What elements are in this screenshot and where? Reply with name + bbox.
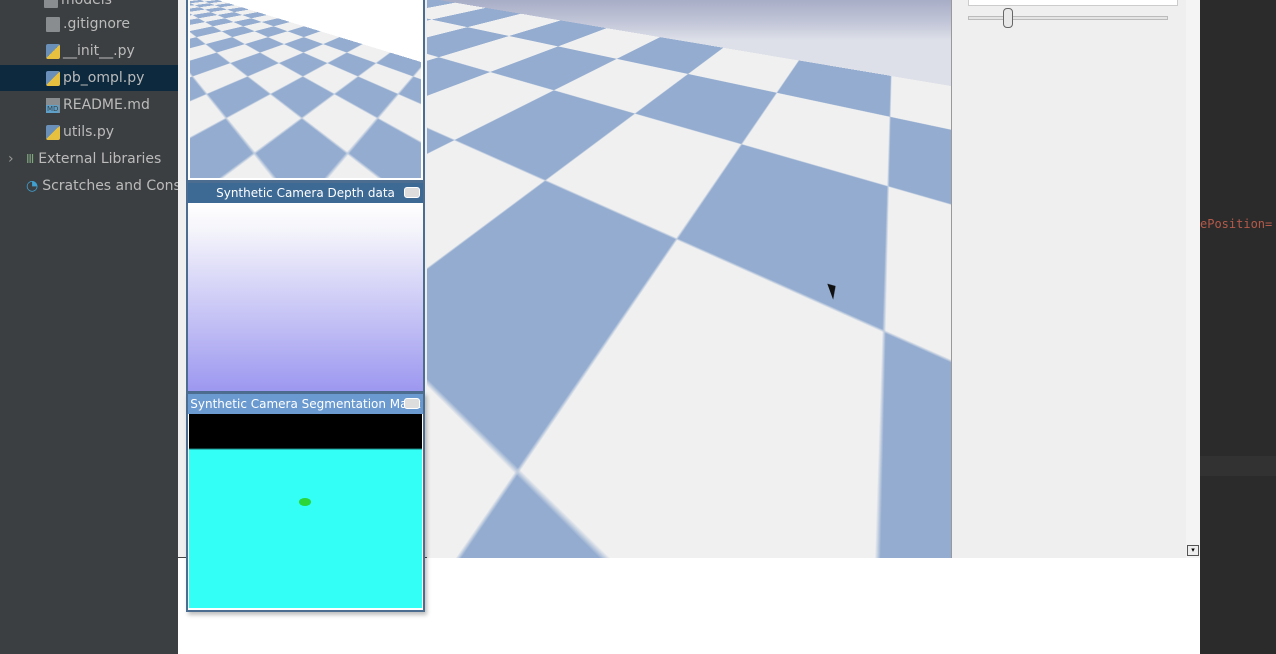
tree-item-external-libraries[interactable]: › Ⅲ External Libraries — [0, 146, 178, 172]
code-fragment: ePosition= — [1200, 217, 1273, 231]
rgb-image — [190, 0, 421, 178]
tree-item-pb-ompl[interactable]: pb_ompl.py — [0, 65, 178, 91]
camera-rgb-window[interactable] — [186, 0, 425, 182]
camera-depth-window[interactable]: Synthetic Camera Depth data — [186, 181, 425, 393]
tree-item-init[interactable]: __init__.py — [0, 38, 178, 64]
window-title-bar[interactable]: Synthetic Camera Depth data — [188, 183, 423, 203]
z-axis — [687, 198, 690, 296]
scrollbar[interactable] — [1186, 0, 1200, 558]
tree-item-scratches[interactable]: ◔Scratches and Consoles — [0, 173, 178, 199]
folder-icon — [44, 0, 58, 8]
scroll-down-button[interactable]: ▾ — [1187, 545, 1199, 556]
code-editor[interactable]: ePosition= — [1200, 0, 1276, 654]
markdown-file-icon — [46, 97, 60, 113]
minimize-icon[interactable] — [404, 398, 420, 409]
slider-thumb[interactable] — [1003, 8, 1013, 28]
parameter-slider[interactable] — [968, 16, 1168, 20]
robot-shadow — [655, 318, 735, 354]
current-line-highlight — [1200, 456, 1276, 476]
python-file-icon — [46, 70, 60, 86]
library-icon: Ⅲ — [26, 152, 35, 166]
3d-viewport[interactable] — [427, 0, 951, 558]
ignore-file-icon — [46, 16, 60, 32]
window-title-bar[interactable]: Synthetic Camera Segmentation Mask — [188, 394, 423, 414]
parameter-input[interactable] — [968, 0, 1178, 6]
camera-segmentation-window[interactable]: Synthetic Camera Segmentation Mask — [186, 392, 425, 612]
chevron-right-icon[interactable]: › — [8, 151, 26, 167]
minimize-icon[interactable] — [404, 187, 420, 198]
project-tree: models .gitignore __init__.py pb_ompl.py… — [0, 0, 178, 654]
segmentation-robot — [299, 498, 311, 506]
parameters-panel — [951, 0, 1186, 558]
rgb-robot — [300, 75, 312, 83]
tree-item-utils[interactable]: utils.py — [0, 119, 178, 145]
scratches-icon: ◔ — [26, 178, 39, 194]
tree-item-gitignore[interactable]: .gitignore — [0, 11, 178, 37]
python-file-icon — [46, 124, 60, 140]
segmentation-image — [189, 414, 422, 608]
depth-image — [188, 203, 423, 391]
tree-item-readme[interactable]: README.md — [0, 92, 178, 118]
python-file-icon — [46, 43, 60, 59]
